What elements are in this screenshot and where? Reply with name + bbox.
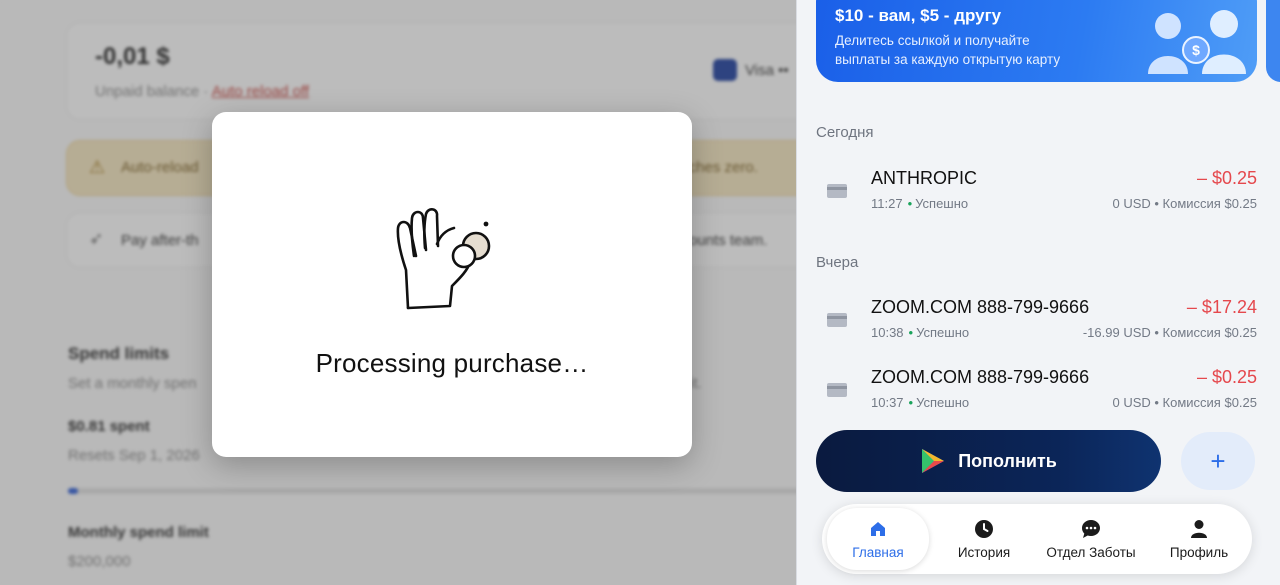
transaction-time: 10:37 [871, 395, 904, 410]
transaction-status: Успешно [915, 196, 969, 211]
status-dot: • [907, 196, 913, 211]
nav-label: Профиль [1169, 544, 1229, 560]
transaction-meta: 10:37 • Успешно [871, 395, 969, 410]
transaction-detail: -16.99 USD • Комиссия $0.25 [1082, 325, 1257, 340]
svg-text:$: $ [1192, 42, 1200, 58]
add-button[interactable]: + [1181, 432, 1255, 490]
transaction-merchant: ZOOM.COM 888-799-9666 [871, 297, 1090, 317]
transaction-amount: – $0.25 [1196, 367, 1257, 387]
transaction-row[interactable]: ZOOM.COM 888-799-9666 – $17.24 10:38 • Усп… [816, 297, 1257, 351]
section-yesterday: Вчера [816, 254, 859, 271]
top-up-button[interactable]: Пополнить [816, 430, 1161, 492]
transaction-amount: – $0.25 [1196, 168, 1257, 188]
transaction-meta: 10:38 • Успешно [871, 325, 969, 340]
referral-title: $10 - вам, $5 - другу [835, 6, 1002, 25]
chat-icon [1082, 519, 1100, 538]
person-icon [1191, 519, 1207, 538]
transaction-merchant: ANTHROPIC [871, 168, 978, 188]
transaction-time: 10:38 [871, 325, 904, 340]
card-icon [827, 313, 847, 327]
referral-line-2: выплаты за каждую открытую карту [835, 52, 1061, 67]
clock-icon [975, 519, 993, 538]
nav-label: Главная [852, 544, 904, 560]
transaction-merchant: ZOOM.COM 888-799-9666 [871, 367, 1090, 387]
topup-logo-icon [922, 449, 945, 473]
status-dot: • [908, 325, 914, 340]
transaction-row[interactable]: ANTHROPIC – $0.25 11:27 • Успешно 0 USD • … [816, 168, 1257, 222]
nav-label: Отдел Заботы [1046, 544, 1136, 560]
referral-line-1: Делитесь ссылкой и получайте [835, 33, 1030, 48]
people-coin-icon: $ [1148, 10, 1246, 74]
mobile-app-panel: $10 - вам, $5 - другу Делитесь ссылкой и… [796, 0, 1280, 585]
transaction-meta: 11:27 • Успешно [871, 196, 968, 211]
transaction-detail: 0 USD • Комиссия $0.25 [1112, 196, 1257, 211]
transaction-status: Успешно [916, 395, 970, 410]
transaction-row[interactable]: ZOOM.COM 888-799-9666 – $0.25 10:37 • Успе… [816, 367, 1257, 421]
top-up-label: Пополнить [958, 450, 1057, 471]
card-icon [827, 184, 847, 198]
next-banner-peek[interactable] [1266, 0, 1280, 82]
processing-message: Processing purchase… [315, 348, 589, 378]
card-icon [827, 383, 847, 397]
transaction-detail: 0 USD • Комиссия $0.25 [1112, 395, 1257, 410]
status-dot: • [908, 395, 914, 410]
referral-banner[interactable]: $10 - вам, $5 - другу Делитесь ссылкой и… [816, 0, 1257, 82]
nav-profile[interactable]: Профиль [1150, 508, 1248, 570]
transaction-time: 11:27 [871, 196, 903, 211]
nav-support[interactable]: Отдел Заботы [1036, 508, 1146, 570]
nav-label: История [957, 544, 1011, 560]
bottom-navigation: Главная История Отдел Заботы Профиль [822, 504, 1252, 574]
nav-home[interactable]: Главная [827, 508, 929, 570]
nav-history[interactable]: История [934, 508, 1034, 570]
section-today: Сегодня [816, 124, 874, 141]
transaction-status: Успешно [916, 325, 970, 340]
transaction-amount: – $17.24 [1186, 297, 1257, 317]
home-icon [871, 521, 885, 536]
ok-hand-coin-icon [396, 208, 491, 310]
processing-modal: Processing purchase… [212, 112, 692, 457]
